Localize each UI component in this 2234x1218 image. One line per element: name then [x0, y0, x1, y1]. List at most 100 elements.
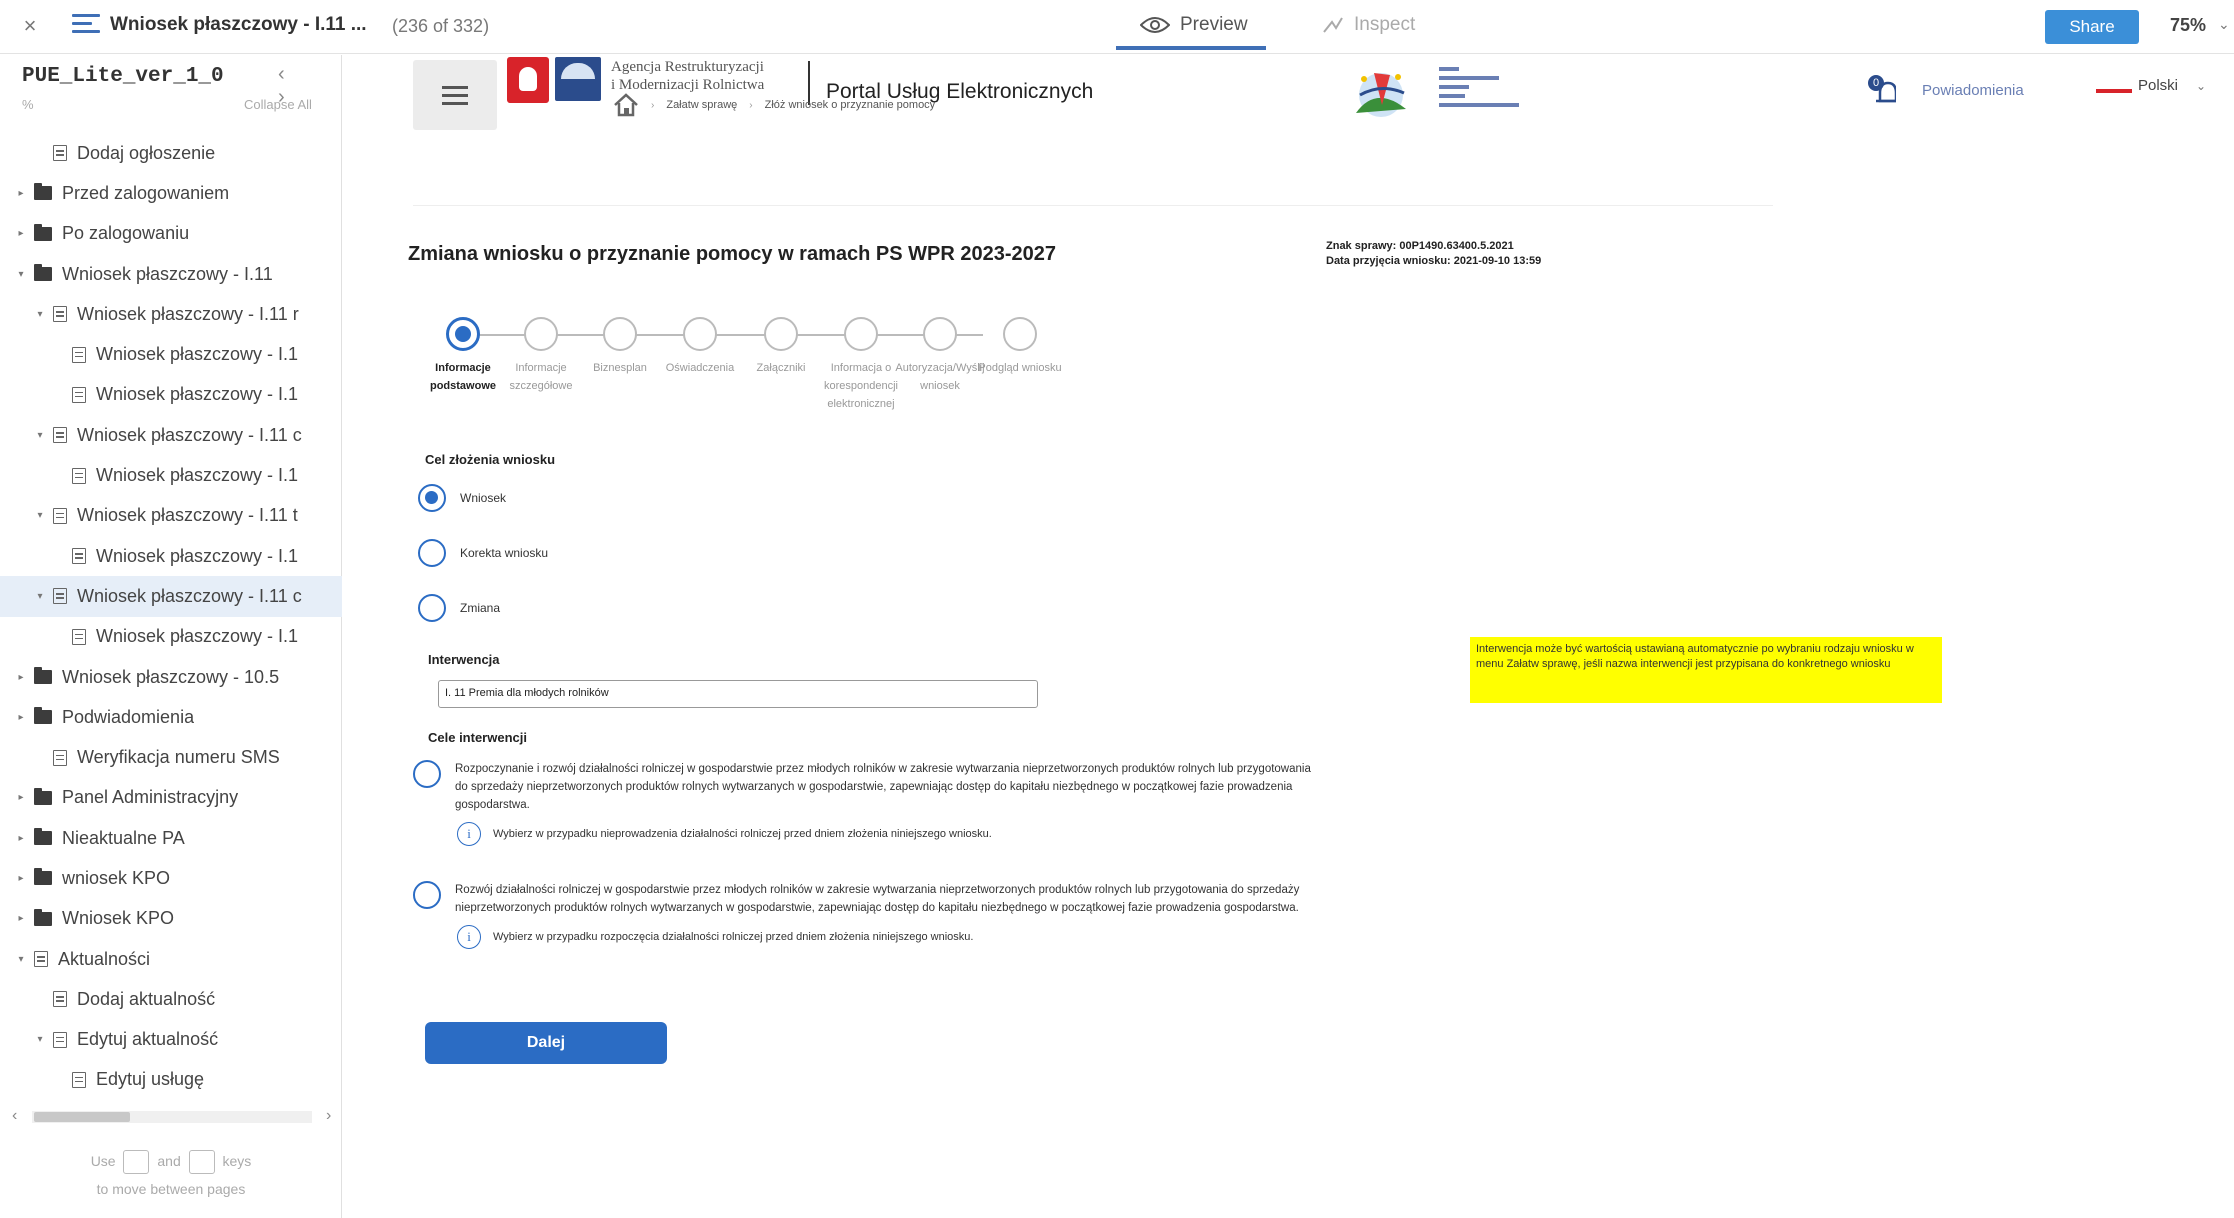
radio-button[interactable] [418, 594, 446, 622]
page-icon [72, 548, 86, 565]
goal-option-1: Rozpoczynanie i rozwój działalności roln… [413, 760, 1313, 846]
breadcrumb-separator: › [749, 99, 753, 111]
goal-radio-row[interactable]: Rozwój działalności rolniczej w gospodar… [413, 881, 1313, 917]
sidebar-tree-item[interactable]: Dodaj aktualność [0, 979, 342, 1019]
agency-name: Agencja Restrukturyzacji i Modernizacji … [611, 58, 764, 94]
zoom-level[interactable]: 75% [2170, 15, 2206, 36]
sidebar-tree-item[interactable]: ▾ Wniosek płaszczowy - I.11 c [0, 415, 342, 455]
page-tree: Dodaj ogłoszenie ▸ Przed zalogowaniem ▸ Po z… [0, 133, 342, 1100]
radio-button[interactable] [413, 760, 441, 788]
sidebar-tree-label: Wniosek płaszczowy - I.1 [96, 465, 299, 486]
goal-info: i Wybierz w przypadku nieprowadzenia dzi… [457, 822, 1313, 846]
sidebar-tree-item[interactable]: ▾ Wniosek płaszczowy - I.11 t [0, 496, 342, 536]
page-icon [53, 306, 67, 323]
goal-text: Rozwój działalności rolniczej w gospodar… [455, 884, 1300, 914]
sidebar-tree-item[interactable]: ▾ Wniosek płaszczowy - I.11 r [0, 294, 342, 334]
hint-text: to move between pages [96, 1181, 246, 1197]
sidebar-tree-item[interactable]: ▸ Po zalogowaniu [0, 214, 342, 254]
sidebar-tree-item[interactable]: ▾ Aktualności [0, 939, 342, 979]
chevron-right-icon[interactable]: ▸ [14, 792, 28, 803]
step-circle [446, 317, 480, 351]
home-icon[interactable] [613, 93, 639, 117]
chevron-down-icon[interactable]: ▾ [33, 1034, 47, 1045]
purpose-option-korekta[interactable]: Korekta wniosku [418, 539, 548, 567]
chevron-right-icon[interactable]: ▸ [14, 672, 28, 683]
step-circle [524, 317, 558, 351]
sidebar-tree-item[interactable]: Dodaj ogłoszenie [0, 133, 342, 173]
sidebar-tree-label: Edytuj aktualność [77, 1029, 219, 1050]
sidebar-tree-item[interactable]: Wniosek płaszczowy - I.1 [0, 375, 342, 415]
chevron-down-icon[interactable]: ▾ [33, 591, 47, 602]
goal-option-2: Rozwój działalności rolniczej w gospodar… [413, 881, 1313, 949]
hint-text: and [157, 1153, 181, 1169]
sidebar-tree-item[interactable]: ▸ Nieaktualne PA [0, 818, 342, 858]
folder-icon [34, 264, 52, 282]
hint-text: keys [222, 1153, 252, 1169]
step-circle [844, 317, 878, 351]
poland-flag-icon [2096, 84, 2132, 93]
radio-button[interactable] [418, 539, 446, 567]
sidebar-tree-item[interactable]: ▾ Wniosek płaszczowy - I.11 c [0, 576, 342, 617]
page-list-menu-icon[interactable] [72, 14, 100, 38]
collapse-all-link[interactable]: Collapse All [244, 97, 312, 112]
language-select[interactable]: Polski ⌄ [2096, 77, 2206, 94]
sidebar-tree-label: Dodaj ogłoszenie [77, 142, 216, 163]
share-button[interactable]: Share [2045, 10, 2139, 44]
chevron-right-icon[interactable]: ▸ [14, 913, 28, 924]
notifications-link[interactable]: 0 Powiadomienia [1868, 75, 2024, 105]
sidebar-tree-item[interactable]: ▸ wniosek KPO [0, 858, 342, 898]
breadcrumb-item[interactable]: Załatw sprawę [666, 99, 737, 111]
intervention-select[interactable]: I. 11 Premia dla młodych rolników [438, 680, 1038, 708]
next-button[interactable]: Dalej [425, 1022, 667, 1064]
sidebar-tree-item[interactable]: Wniosek płaszczowy - I.1 [0, 536, 342, 576]
sidebar-tree-item[interactable]: ▾ Edytuj aktualność [0, 1020, 342, 1060]
eu-funds-logo [1356, 73, 1406, 117]
sidebar-tree-item[interactable]: Weryfikacja numeru SMS [0, 737, 342, 777]
sidebar-tree-item[interactable]: ▸ Podwiadomienia [0, 697, 342, 737]
radio-button[interactable] [418, 484, 446, 512]
chevron-down-icon[interactable]: ▾ [33, 309, 47, 320]
chevron-right-icon[interactable]: ▸ [14, 712, 28, 723]
sidebar: PUE_Lite_ver_1_0 ‹ › % Collapse All Doda… [0, 55, 342, 1218]
sidebar-tree-item[interactable]: Wniosek płaszczowy - I.1 [0, 617, 342, 657]
tab-inspect-label: Inspect [1354, 14, 1416, 35]
chevron-down-icon[interactable]: ▾ [33, 430, 47, 441]
sidebar-tree-item[interactable]: ▸ Wniosek KPO [0, 899, 342, 939]
close-icon[interactable]: × [18, 12, 42, 40]
radio-button[interactable] [413, 881, 441, 909]
goal-radio-row[interactable]: Rozpoczynanie i rozwój działalności roln… [413, 760, 1313, 814]
tab-inspect[interactable]: Inspect [1322, 14, 1415, 36]
sidebar-tree-item[interactable]: ▸ Wniosek płaszczowy - 10.5 [0, 657, 342, 697]
sidebar-tree-item[interactable]: ▸ Panel Administracyjny [0, 778, 342, 818]
sidebar-tree-item[interactable]: ▸ Przed zalogowaniem [0, 173, 342, 213]
chevron-down-icon[interactable]: ▾ [14, 954, 28, 965]
accept-date: Data przyjęcia wniosku: 2021-09-10 13:59 [1326, 255, 1542, 267]
scrollbar-thumb[interactable] [34, 1112, 130, 1122]
sidebar-tree-item[interactable]: Edytuj usługę [0, 1060, 342, 1100]
hint-text: Use [90, 1153, 116, 1169]
divider [413, 205, 1773, 206]
project-subtitle: % [22, 97, 34, 112]
sidebar-tree-item[interactable]: ▾ Wniosek płaszczowy - I.11 [0, 254, 342, 294]
sidebar-tree-item[interactable]: Wniosek płaszczowy - I.1 [0, 334, 342, 374]
tab-preview[interactable]: Preview [1140, 14, 1248, 36]
sidebar-tree-item[interactable]: Wniosek płaszczowy - I.1 [0, 455, 342, 495]
scroll-right-icon[interactable]: › [326, 1107, 331, 1125]
purpose-option-wniosek[interactable]: Wniosek [418, 484, 506, 512]
step-8[interactable]: Podgląd wniosku [970, 317, 1070, 377]
chevron-down-icon[interactable]: ▾ [14, 269, 28, 280]
chevron-down-icon[interactable]: ▾ [33, 510, 47, 521]
chevron-right-icon[interactable]: ▸ [14, 228, 28, 239]
sidebar-scrollbar[interactable]: ‹ › [10, 1107, 336, 1125]
chevron-right-icon[interactable]: ▸ [14, 833, 28, 844]
page-preview: Agencja Restrukturyzacji i Modernizacji … [343, 55, 2234, 1218]
sidebar-tree-label: Wniosek płaszczowy - I.1 [96, 384, 299, 405]
scroll-left-icon[interactable]: ‹ [12, 1107, 17, 1125]
chevron-down-icon[interactable]: ⌄ [2218, 16, 2230, 33]
sidebar-tree-label: Po zalogowaniu [62, 223, 190, 244]
sidebar-tree-label: Wniosek płaszczowy - I.11 [62, 263, 273, 284]
hamburger-menu-button[interactable] [413, 60, 497, 130]
chevron-right-icon[interactable]: ▸ [14, 188, 28, 199]
purpose-option-zmiana[interactable]: Zmiana [418, 594, 500, 622]
chevron-right-icon[interactable]: ▸ [14, 873, 28, 884]
